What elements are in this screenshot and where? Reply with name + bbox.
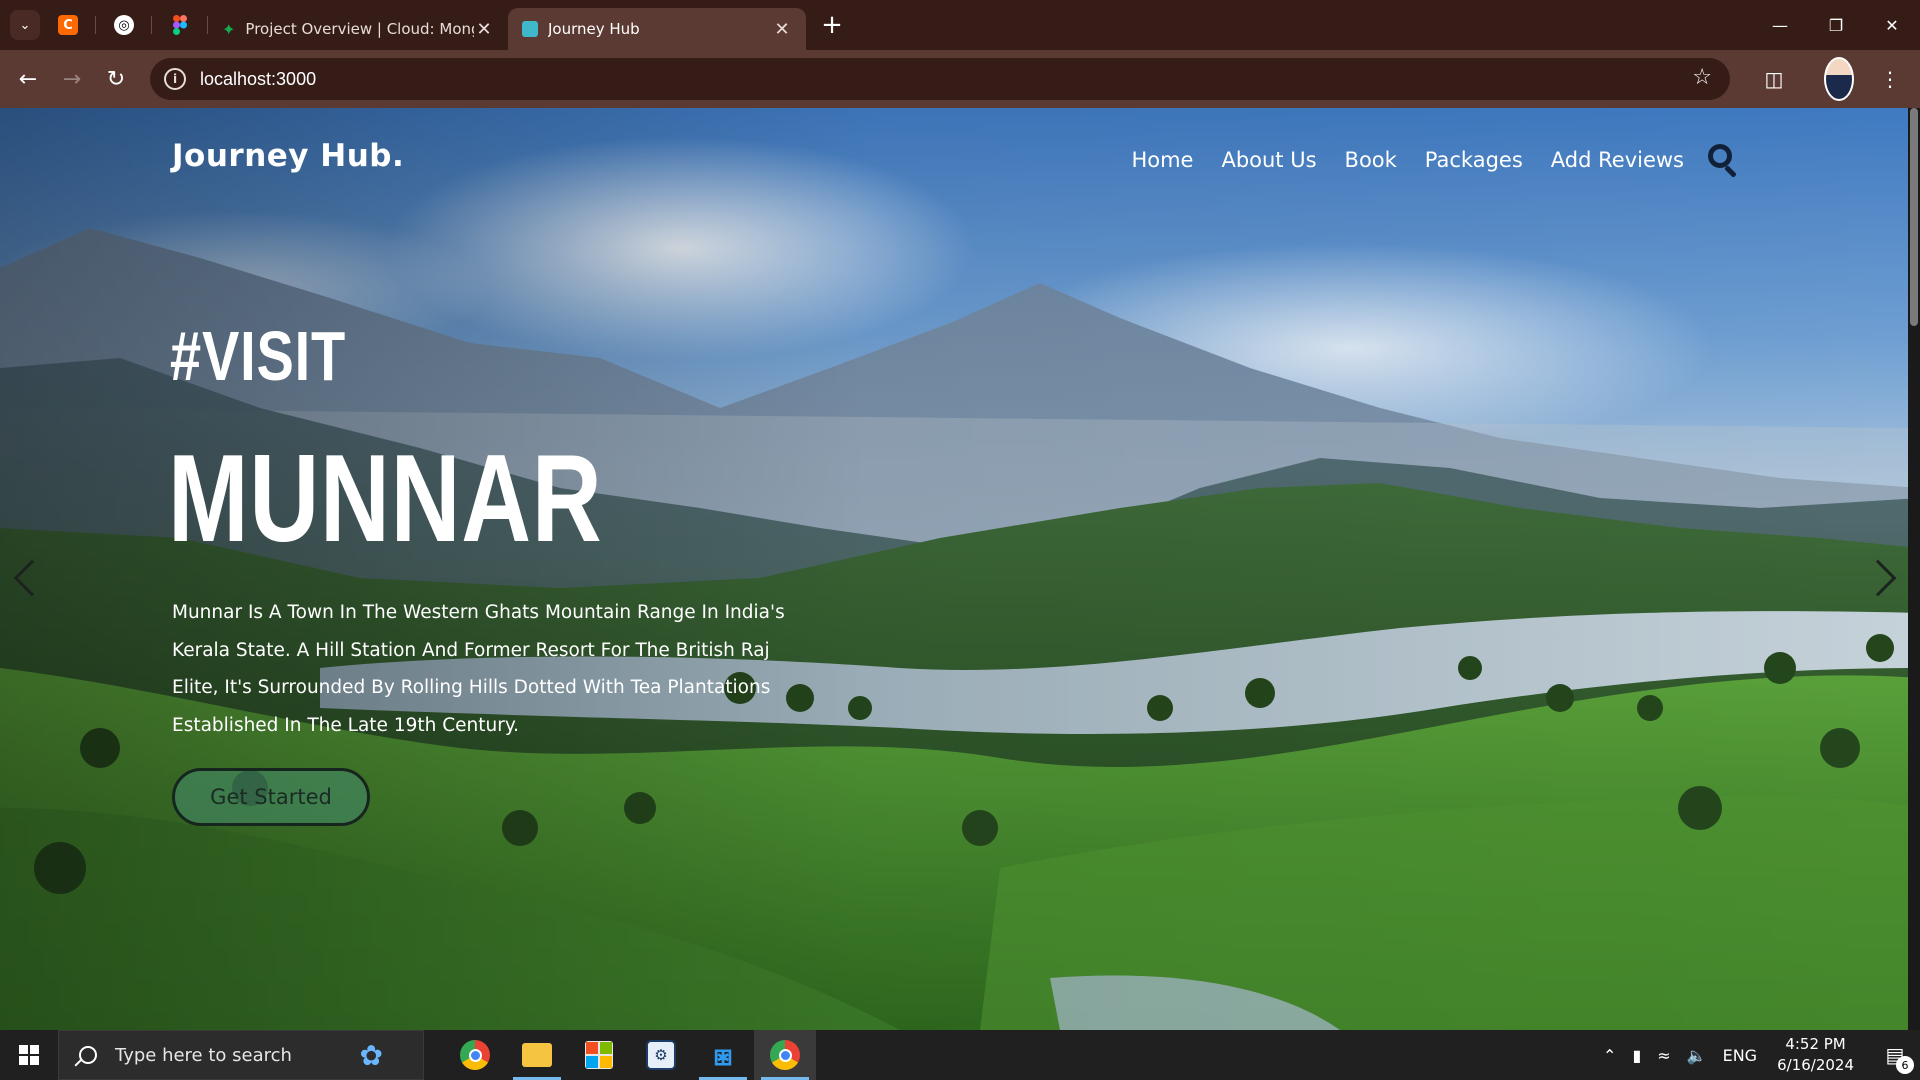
- battery-icon[interactable]: ▮: [1632, 1046, 1641, 1065]
- new-tab-button[interactable]: +: [812, 5, 852, 45]
- language-indicator[interactable]: ENG: [1723, 1046, 1757, 1065]
- close-icon: ✕: [1885, 15, 1899, 35]
- arrow-right-icon: →: [62, 66, 82, 92]
- notification-center-button[interactable]: ▤ 6: [1870, 1030, 1920, 1080]
- minimize-button[interactable]: —: [1752, 0, 1808, 50]
- nav-about-us[interactable]: About Us: [1221, 148, 1316, 172]
- search-icon: [79, 1046, 97, 1064]
- arrow-left-icon: ←: [18, 66, 38, 92]
- tab-project-overview[interactable]: ✦ Project Overview | Cloud: Mong ✕: [208, 8, 508, 50]
- forward-button[interactable]: →: [50, 57, 94, 101]
- nav-packages[interactable]: Packages: [1425, 148, 1523, 172]
- get-started-button[interactable]: Get Started: [172, 768, 370, 826]
- minimize-icon: —: [1772, 15, 1788, 35]
- chevron-right-icon: [1859, 559, 1897, 597]
- tab-strip: ⌄ C ◎ ✦ Project Overview | Cloud: Mong ✕…: [0, 0, 1920, 50]
- clock[interactable]: 4:52 PM 6/16/2024: [1777, 1034, 1854, 1076]
- terminal-icon: ⚙: [646, 1040, 676, 1070]
- vscode-icon: ⧆: [713, 1037, 733, 1073]
- address-bar[interactable]: i localhost:3000 ☆: [150, 58, 1730, 100]
- clock-time: 4:52 PM: [1785, 1035, 1846, 1053]
- taskbar-apps: ⚙ ⧆: [444, 1030, 816, 1080]
- browser-toolbar: ← → ↻ i localhost:3000 ☆ ◫ ⋮: [0, 50, 1920, 108]
- hero-kicker: #VISIT: [170, 317, 346, 395]
- tab-title: Journey Hub: [548, 20, 640, 38]
- taskbar-search[interactable]: Type here to search ✿: [58, 1030, 424, 1080]
- close-icon[interactable]: ✕: [772, 19, 792, 40]
- clock-date: 6/16/2024: [1777, 1056, 1854, 1074]
- bookmark-star-icon[interactable]: ☆: [1692, 65, 1712, 90]
- wifi-icon[interactable]: ≈: [1657, 1046, 1670, 1065]
- avatar: [1824, 57, 1854, 101]
- window-controls: — ❐ ✕: [1752, 0, 1920, 50]
- kebab-menu-icon: ⋮: [1880, 67, 1900, 91]
- site-info-icon[interactable]: i: [164, 68, 186, 90]
- puzzle-icon: ◫: [1764, 67, 1784, 91]
- pinned-tab-figma[interactable]: [152, 0, 208, 50]
- plus-icon: +: [821, 10, 843, 40]
- page-scrollbar[interactable]: [1908, 108, 1920, 1030]
- search-placeholder: Type here to search: [115, 1044, 292, 1066]
- pinned-tab-canva[interactable]: C: [40, 0, 96, 50]
- chatgpt-icon: ◎: [114, 15, 134, 35]
- file-explorer-icon: [522, 1043, 552, 1067]
- extensions-button[interactable]: ◫: [1752, 57, 1796, 101]
- menu-button[interactable]: ⋮: [1868, 57, 1912, 101]
- taskbar-vscode[interactable]: ⧆: [692, 1030, 754, 1080]
- search-icon[interactable]: [1708, 144, 1740, 178]
- windows-logo-icon: [19, 1045, 39, 1065]
- start-button[interactable]: [0, 1030, 58, 1080]
- system-tray: ⌃ ▮ ≈ 🔈 ENG 4:52 PM 6/16/2024 ▤ 6: [1595, 1030, 1920, 1080]
- close-icon[interactable]: ✕: [474, 19, 494, 40]
- taskbar-file-explorer[interactable]: [506, 1030, 568, 1080]
- chrome-icon: [460, 1040, 490, 1070]
- restore-icon: ❐: [1828, 15, 1844, 35]
- microsoft-store-icon: [585, 1041, 613, 1069]
- profile-button[interactable]: [1810, 57, 1854, 101]
- taskbar-chrome[interactable]: [444, 1030, 506, 1080]
- restore-button[interactable]: ❐: [1808, 0, 1864, 50]
- taskbar-microsoft-store[interactable]: [568, 1030, 630, 1080]
- chrome-profile-icon: [770, 1040, 800, 1070]
- back-button[interactable]: ←: [6, 57, 50, 101]
- scrollbar-thumb[interactable]: [1910, 108, 1918, 326]
- tab-journey-hub[interactable]: Journey Hub ✕: [508, 8, 806, 50]
- site-icon: [522, 21, 538, 37]
- hero-title: MUNNAR: [168, 430, 603, 568]
- chevron-down-icon: ⌄: [19, 17, 31, 33]
- reload-button[interactable]: ↻: [94, 57, 138, 101]
- chevron-left-icon: [13, 559, 51, 597]
- carousel-next-button[interactable]: [1858, 548, 1898, 608]
- search-highlight-icon[interactable]: ✿: [360, 1039, 383, 1072]
- close-window-button[interactable]: ✕: [1864, 0, 1920, 50]
- taskbar: Type here to search ✿ ⚙ ⧆ ⌃ ▮ ≈ 🔈 ENG 4:…: [0, 1030, 1920, 1080]
- nav-add-reviews[interactable]: Add Reviews: [1551, 148, 1684, 172]
- url-text[interactable]: localhost:3000: [200, 69, 316, 90]
- canva-icon: C: [58, 15, 78, 35]
- hero-section: Journey Hub. Home About Us Book Packages…: [0, 108, 1920, 1030]
- chevron-up-icon[interactable]: ⌃: [1603, 1046, 1616, 1065]
- mongodb-leaf-icon: ✦: [222, 19, 236, 39]
- notification-badge: 6: [1896, 1056, 1914, 1074]
- hero-description: Munnar Is A Town In The Western Ghats Mo…: [172, 602, 785, 736]
- main-nav: Home About Us Book Packages Add Reviews: [1103, 144, 1740, 178]
- nav-book[interactable]: Book: [1345, 148, 1397, 172]
- toolbar-actions: ◫ ⋮: [1738, 57, 1920, 101]
- carousel-prev-button[interactable]: [12, 548, 52, 608]
- tab-title: Project Overview | Cloud: Mong: [245, 20, 474, 38]
- nav-home[interactable]: Home: [1131, 148, 1193, 172]
- taskbar-terminal[interactable]: ⚙: [630, 1030, 692, 1080]
- figma-icon: [170, 15, 190, 35]
- tab-search-button[interactable]: ⌄: [10, 10, 40, 40]
- site-logo[interactable]: Journey Hub.: [172, 138, 404, 174]
- volume-icon[interactable]: 🔈: [1687, 1046, 1707, 1065]
- reload-icon: ↻: [106, 66, 126, 92]
- taskbar-chrome-profile[interactable]: [754, 1030, 816, 1080]
- pinned-tab-chatgpt[interactable]: ◎: [96, 0, 152, 50]
